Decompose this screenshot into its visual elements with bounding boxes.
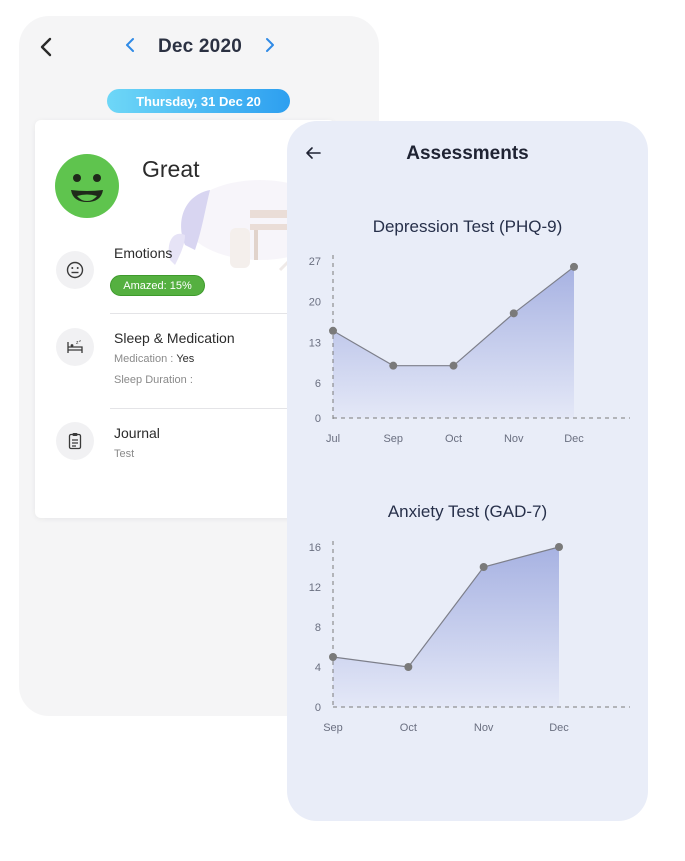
x-tick-label: Sep: [383, 433, 403, 445]
y-tick-label: 8: [315, 622, 321, 634]
journal-text: Test: [114, 448, 135, 460]
y-tick-label: 6: [315, 378, 321, 390]
medication-label: Medication :: [114, 353, 174, 365]
data-point: [570, 262, 578, 271]
data-point: [389, 361, 398, 370]
month-navigator: Dec 2020: [120, 30, 280, 64]
x-tick-label: Nov: [474, 722, 494, 734]
chevron-right-icon[interactable]: [260, 36, 280, 59]
chevron-left-icon[interactable]: [120, 36, 140, 59]
area-fill: [333, 266, 574, 418]
area-fill: [333, 547, 559, 707]
gad7-chart: 0 4 8 12 16 Sep Oct Nov Dec: [309, 541, 630, 734]
clipboard-icon: [56, 422, 94, 460]
chart-title-gad7: Anxiety Test (GAD-7): [387, 502, 548, 521]
emotions-title: Emotions: [114, 245, 173, 261]
x-tick-label: Nov: [504, 433, 524, 445]
svg-text:z: z: [79, 339, 81, 343]
journal-title: Journal: [114, 425, 160, 441]
back-chevron-icon[interactable]: [36, 36, 56, 58]
data-point: [479, 563, 488, 571]
medication-value: Yes: [176, 353, 195, 365]
x-tick-label: Sep: [323, 722, 343, 734]
x-tick-label: Dec: [549, 722, 569, 734]
neutral-face-icon: [56, 251, 94, 289]
data-point: [329, 653, 337, 661]
medication-line: Medication : Yes: [114, 353, 194, 365]
sleep-title: Sleep & Medication: [114, 330, 235, 346]
page-title: Assessments: [406, 143, 529, 164]
data-point: [509, 309, 518, 318]
y-tick-label: 12: [309, 582, 321, 594]
y-tick-label: 20: [309, 297, 321, 309]
x-tick-label: Oct: [400, 722, 417, 734]
emotion-chip[interactable]: Amazed: 15%: [110, 275, 205, 296]
y-tick-label: 4: [315, 662, 321, 674]
great-mood-face-icon: [55, 154, 119, 218]
y-tick-label: 0: [315, 413, 321, 425]
data-point: [329, 326, 337, 335]
selected-date-pill[interactable]: Thursday, 31 Dec 20: [107, 89, 290, 113]
bed-icon: z z: [56, 328, 94, 366]
phq9-chart: 0 6 13 20 27 Jul Sep Oct Nov Dec: [309, 255, 630, 445]
y-tick-label: 13: [309, 337, 321, 349]
mood-title: Great: [142, 156, 200, 182]
y-tick-label: 0: [315, 702, 321, 714]
y-tick-label: 16: [309, 542, 321, 554]
sleep-duration-label: Sleep Duration :: [114, 374, 193, 386]
month-label: Dec 2020: [157, 36, 242, 57]
assessments-screen: Assessments Depression Test (PHQ-9) 0 6 13…: [287, 121, 648, 821]
x-tick-label: Jul: [326, 433, 340, 445]
x-tick-label: Oct: [445, 433, 462, 445]
y-tick-label: 27: [309, 256, 321, 268]
x-tick-label: Dec: [564, 433, 584, 445]
data-point: [449, 361, 458, 370]
data-point: [404, 663, 413, 671]
data-point: [555, 543, 563, 551]
chart-title-phq9: Depression Test (PHQ-9): [372, 217, 563, 236]
